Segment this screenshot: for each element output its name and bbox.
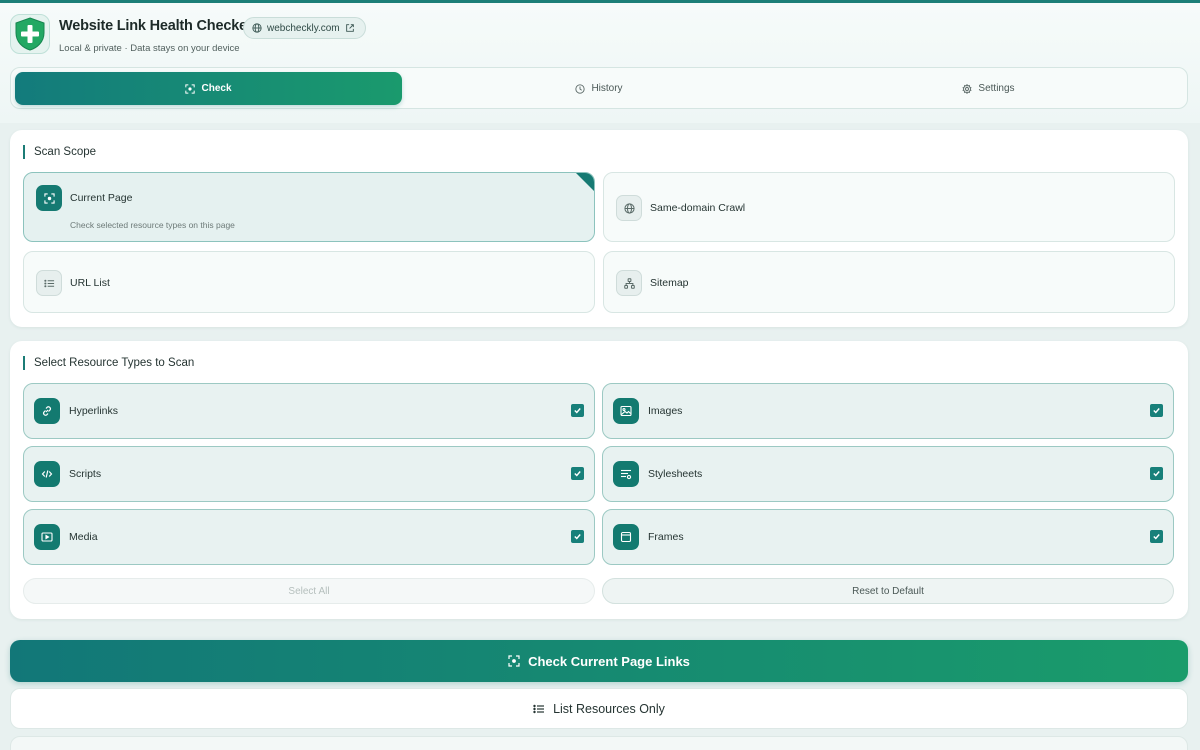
media-icon [41, 532, 53, 542]
frame-icon [620, 531, 632, 543]
resource-icon [613, 398, 639, 424]
resource-checkbox[interactable] [571, 404, 584, 417]
scope-option-same-domain-crawl[interactable]: Same-domain Crawl [603, 172, 1175, 242]
resource-label: Images [648, 405, 683, 417]
domain-pill[interactable]: webcheckly.com [243, 17, 366, 39]
check-icon [574, 534, 581, 540]
resource-icon [613, 524, 639, 550]
check-icon [1153, 534, 1160, 540]
check-current-page-links-button[interactable]: Check Current Page Links [10, 640, 1188, 682]
scope-icon [616, 270, 642, 296]
scope-option-url-list[interactable]: URL List [23, 251, 595, 313]
resource-types-title: Select Resource Types to Scan [23, 356, 194, 370]
image-icon [620, 405, 632, 417]
globe-icon [623, 202, 635, 214]
tab-bar: Check History Settings [10, 67, 1188, 109]
gear-icon [962, 83, 972, 94]
app-title: Website Link Health Checker [59, 18, 253, 34]
resource-type-stylesheets[interactable]: Stylesheets [602, 446, 1174, 502]
resource-icon [34, 398, 60, 424]
scope-option-label: Current Page [70, 192, 133, 204]
scan-icon [185, 83, 196, 94]
check-icon [1153, 408, 1160, 414]
tab-check[interactable]: Check [15, 72, 402, 105]
secondary-button-label: List Resources Only [553, 701, 665, 716]
globe-icon [252, 23, 262, 33]
resource-type-hyperlinks[interactable]: Hyperlinks [23, 383, 595, 439]
tab-history-label: History [591, 83, 623, 94]
resource-label: Scripts [69, 468, 102, 480]
check-icon [1153, 471, 1160, 477]
scope-icon [36, 185, 62, 211]
resource-checkbox[interactable] [1150, 467, 1163, 480]
sitemap-icon [623, 277, 635, 289]
scan-icon [43, 192, 55, 204]
scope-option-current-page[interactable]: Current Page Check selected resource typ… [23, 172, 595, 242]
selected-corner-marker [576, 173, 594, 191]
resource-icon [34, 524, 60, 550]
check-icon [574, 471, 581, 477]
domain-text: webcheckly.com [267, 22, 340, 34]
resource-type-scripts[interactable]: Scripts [23, 446, 595, 502]
scan-scope-title: Scan Scope [23, 145, 96, 159]
stylesheet-icon [621, 469, 632, 480]
resource-icon [613, 461, 639, 487]
resource-label: Frames [648, 531, 684, 543]
resource-checkbox[interactable] [1150, 530, 1163, 543]
app-logo [10, 14, 50, 54]
tab-history[interactable]: History [409, 72, 789, 105]
tab-check-label: Check [201, 83, 232, 94]
external-link-icon [345, 24, 354, 32]
list-icon [43, 279, 54, 287]
resource-type-images[interactable]: Images [602, 383, 1174, 439]
resource-label: Stylesheets [648, 468, 703, 480]
check-icon [574, 408, 581, 414]
list-resources-only-button[interactable]: List Resources Only [10, 688, 1188, 729]
reset-to-default-button[interactable]: Reset to Default [602, 578, 1174, 604]
scope-icon [36, 270, 62, 296]
resource-type-frames[interactable]: Frames [602, 509, 1174, 565]
scan-scope-card: Scan Scope Current Page Check selected r… [10, 130, 1188, 327]
app-subtitle: Local & private · Data stays on your dev… [59, 43, 240, 54]
scope-option-label: Same-domain Crawl [650, 202, 746, 214]
clock-icon [575, 83, 586, 94]
resource-label: Hyperlinks [69, 405, 119, 417]
tab-settings-label: Settings [978, 83, 1015, 94]
scan-icon [508, 655, 520, 667]
link-icon [43, 406, 51, 416]
scope-icon [616, 195, 642, 221]
resource-checkbox[interactable] [571, 530, 584, 543]
resource-type-media[interactable]: Media [23, 509, 595, 565]
scope-option-sitemap[interactable]: Sitemap [603, 251, 1175, 313]
scope-option-description: Check selected resource types on this pa… [70, 220, 235, 230]
scope-option-label: Sitemap [650, 277, 689, 289]
shield-plus-icon [15, 17, 45, 51]
resource-checkbox[interactable] [1150, 404, 1163, 417]
resource-checkbox[interactable] [571, 467, 584, 480]
tab-settings[interactable]: Settings [796, 72, 1181, 105]
additional-action-button[interactable] [10, 736, 1188, 750]
header: Website Link Health Checker webcheckly.c… [0, 3, 1200, 123]
code-icon [41, 470, 53, 478]
scope-option-label: URL List [70, 277, 110, 289]
primary-button-label: Check Current Page Links [528, 653, 690, 669]
list-icon [533, 704, 545, 713]
select-all-button[interactable]: Select All [23, 578, 595, 604]
resource-icon [34, 461, 60, 487]
resource-label: Media [69, 531, 98, 543]
